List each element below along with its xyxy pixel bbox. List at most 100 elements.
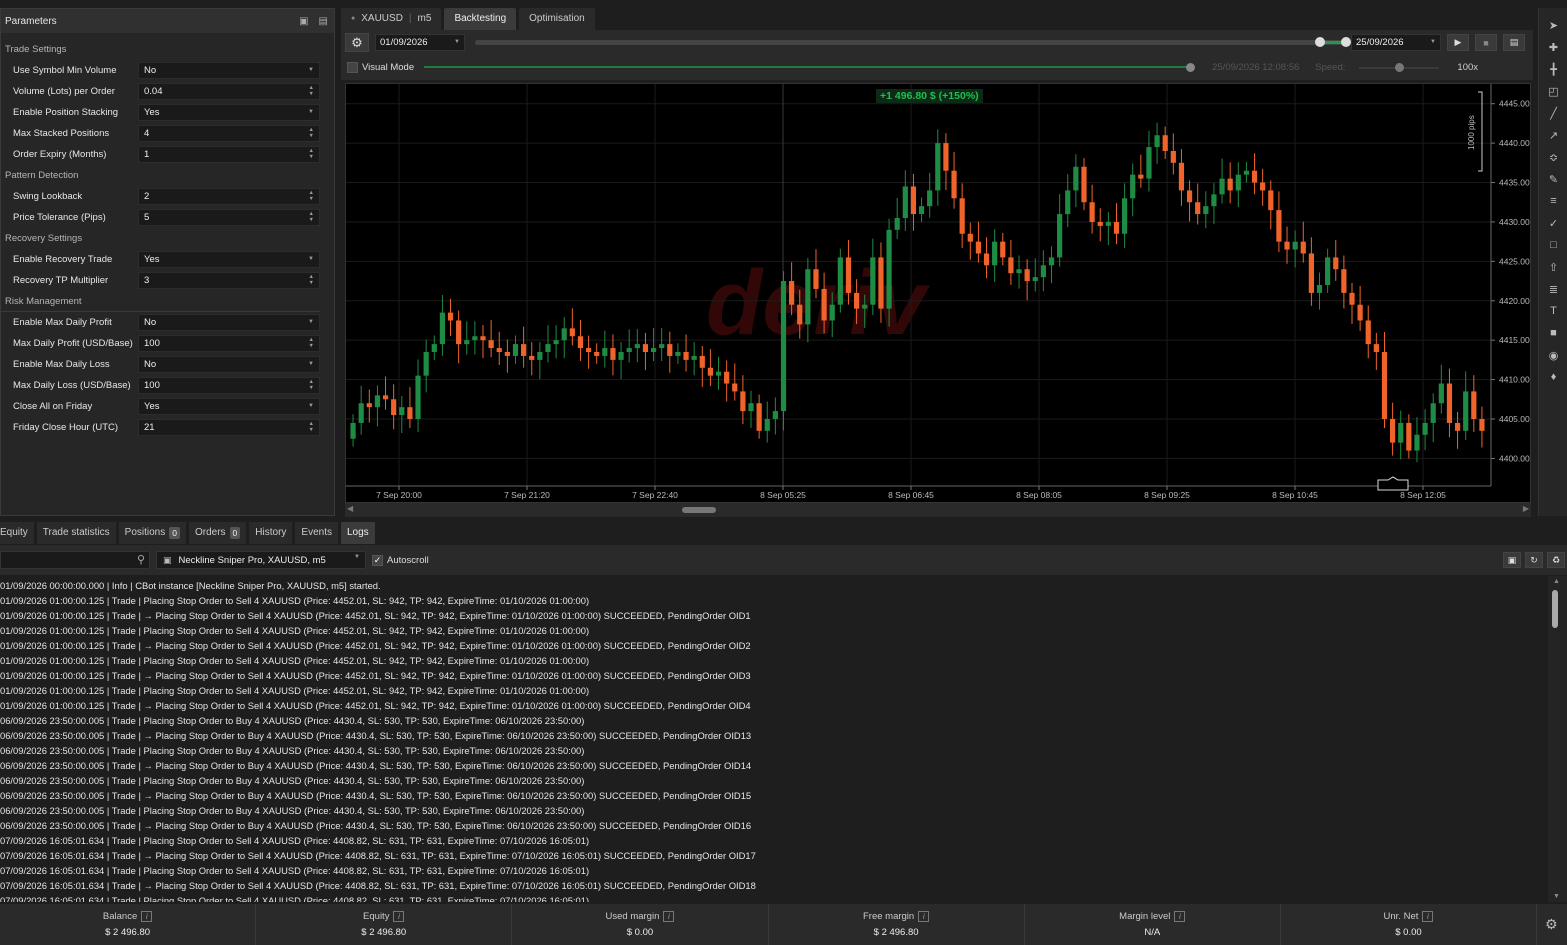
param-number-input[interactable]: 2 ▲ ▼ <box>138 188 320 205</box>
pencil-icon[interactable]: ✎ <box>1539 168 1567 190</box>
levels-icon[interactable]: ≣ <box>1539 278 1567 300</box>
scroll-right-icon[interactable]: ▶ <box>1523 504 1529 513</box>
info-icon[interactable]: i <box>663 911 675 922</box>
log-scroll-thumb[interactable] <box>1552 590 1558 628</box>
param-select[interactable]: Yes ▼ <box>138 251 320 268</box>
refresh-button[interactable]: ↻ <box>1525 552 1543 568</box>
param-number-input[interactable]: 0.04 ▲ ▼ <box>138 83 320 100</box>
info-icon[interactable]: i <box>393 911 405 922</box>
save-icon[interactable]: ▤ <box>319 16 328 27</box>
camera-icon[interactable]: ◉ <box>1539 344 1567 366</box>
save-report-button[interactable]: ▤ <box>1503 34 1525 51</box>
param-select[interactable]: No ▼ <box>138 356 320 373</box>
speed-slider[interactable] <box>1359 62 1440 73</box>
text-icon[interactable]: T <box>1539 300 1567 322</box>
autoscroll-checkbox[interactable]: ✓ <box>372 554 383 566</box>
tab-equity[interactable]: Equity <box>0 522 34 544</box>
tab-trade-statistics[interactable]: Trade statistics <box>36 522 116 544</box>
visual-mode-checkbox[interactable] <box>347 62 358 73</box>
scroll-thumb[interactable] <box>682 507 716 513</box>
zoom-icon[interactable]: ◰ <box>1539 80 1567 102</box>
chevron-down-icon[interactable]: ▼ <box>308 256 314 262</box>
period-start-handle[interactable] <box>1315 37 1325 47</box>
param-select[interactable]: Yes ▼ <box>138 398 320 415</box>
footer-label: Unr. Net i <box>1384 911 1434 922</box>
tab-optimisation[interactable]: Optimisation <box>519 8 595 30</box>
fan-icon[interactable]: ✓ <box>1539 212 1567 234</box>
tab-symbol[interactable]: ● XAUUSD | m5 <box>341 8 442 30</box>
scroll-down-icon[interactable]: ▼ <box>1553 893 1560 900</box>
square-icon[interactable]: ■ <box>1539 322 1567 344</box>
tab-orders[interactable]: Orders 0 <box>188 522 247 544</box>
folder-icon[interactable]: ▣ <box>299 16 308 27</box>
param-number-input[interactable]: 1 ▲ ▼ <box>138 146 320 163</box>
spinner-icon[interactable]: ▲ ▼ <box>309 148 314 160</box>
candle-body <box>764 419 770 431</box>
period-end-handle[interactable] <box>1341 37 1351 47</box>
footer-settings-icon[interactable]: ⚙ <box>1545 916 1558 933</box>
spinner-icon[interactable]: ▲ ▼ <box>309 337 314 349</box>
stop-button[interactable]: ■ <box>1475 34 1497 51</box>
period-slider[interactable] <box>475 34 1351 51</box>
bell-icon[interactable]: ♦ <box>1539 366 1567 388</box>
info-icon[interactable]: i <box>1422 911 1434 922</box>
spinner-icon[interactable]: ▲ ▼ <box>309 421 314 433</box>
cursor-icon[interactable]: ➤ <box>1539 14 1567 36</box>
settings-button[interactable]: ⚙ <box>345 33 369 52</box>
param-select[interactable]: No ▼ <box>138 314 320 331</box>
param-number-input[interactable]: 100 ▲ ▼ <box>138 335 320 352</box>
rectangle-icon[interactable]: □ <box>1539 234 1567 256</box>
progress-handle[interactable] <box>1186 62 1196 72</box>
chart-svg[interactable]: deriv 4400.00 4405.00 4410.00 4415.00 4420.0… <box>346 84 1532 504</box>
param-number-input[interactable]: 4 ▲ ▼ <box>138 125 320 142</box>
chevron-down-icon[interactable]: ▼ <box>308 67 314 73</box>
spinner-icon[interactable]: ▲ ▼ <box>309 85 314 97</box>
spinner-icon[interactable]: ▲ ▼ <box>309 211 314 223</box>
spinner-icon[interactable]: ▲ ▼ <box>309 190 314 202</box>
info-icon[interactable]: i <box>918 911 930 922</box>
crosshair-icon[interactable]: ✚ <box>1539 36 1567 58</box>
speed-handle[interactable] <box>1395 62 1405 72</box>
log-search-input[interactable]: ⚲ <box>0 551 150 569</box>
channel-icon[interactable]: ≎ <box>1539 146 1567 168</box>
tab-history[interactable]: History <box>249 522 293 544</box>
info-icon[interactable]: i <box>141 911 153 922</box>
open-folder-button[interactable]: ▣ <box>1503 552 1521 568</box>
instance-select[interactable]: ▣ Neckline Sniper Pro, XAUUSD, m5 ▼ <box>156 551 366 569</box>
spinner-icon[interactable]: ▲ ▼ <box>309 127 314 139</box>
scroll-left-icon[interactable]: ◀ <box>347 504 353 513</box>
chevron-down-icon[interactable]: ▼ <box>308 109 314 115</box>
candle-body <box>415 375 421 419</box>
scroll-up-icon[interactable]: ▲ <box>1553 578 1560 585</box>
chart-horizontal-scrollbar[interactable]: ◀ ▶ <box>345 503 1531 517</box>
chevron-down-icon[interactable]: ▼ <box>308 403 314 409</box>
chevron-down-icon[interactable]: ▼ <box>308 319 314 325</box>
end-date-input[interactable]: 25/09/2026 ▼ <box>1351 34 1441 51</box>
tab-logs[interactable]: Logs <box>340 522 375 544</box>
info-icon[interactable]: i <box>1174 911 1186 922</box>
candle-body <box>488 340 494 349</box>
arrow-up-icon[interactable]: ⇧ <box>1539 256 1567 278</box>
param-select[interactable]: Yes ▼ <box>138 104 320 121</box>
log-line: 01/09/2026 01:00:00.125 | Trade | Placin… <box>0 595 590 606</box>
param-number-input[interactable]: 3 ▲ ▼ <box>138 272 320 289</box>
fibonacci-icon[interactable]: ≡ <box>1539 190 1567 212</box>
log-vertical-scrollbar[interactable]: ▲ ▼ <box>1548 576 1567 902</box>
line-icon[interactable]: ╱ <box>1539 102 1567 124</box>
param-select[interactable]: No ▼ <box>138 62 320 79</box>
crosshair-alt-icon[interactable]: ╋ <box>1539 58 1567 80</box>
chevron-down-icon[interactable]: ▼ <box>308 361 314 367</box>
tab-backtesting[interactable]: Backtesting <box>444 8 517 30</box>
play-button[interactable]: ▶ <box>1447 34 1469 51</box>
param-number-input[interactable]: 5 ▲ ▼ <box>138 209 320 226</box>
tab-positions[interactable]: Positions 0 <box>118 522 186 544</box>
tab-events[interactable]: Events <box>295 522 338 544</box>
param-number-input[interactable]: 21 ▲ ▼ <box>138 419 320 436</box>
price-chart[interactable]: deriv 4400.00 4405.00 4410.00 4415.00 4420.0… <box>345 83 1531 503</box>
clear-button[interactable]: ♻ <box>1547 552 1565 568</box>
spinner-icon[interactable]: ▲ ▼ <box>309 379 314 391</box>
spinner-icon[interactable]: ▲ ▼ <box>309 274 314 286</box>
ray-icon[interactable]: ↗ <box>1539 124 1567 146</box>
start-date-input[interactable]: 01/09/2026 ▼ <box>375 34 465 51</box>
param-number-input[interactable]: 100 ▲ ▼ <box>138 377 320 394</box>
